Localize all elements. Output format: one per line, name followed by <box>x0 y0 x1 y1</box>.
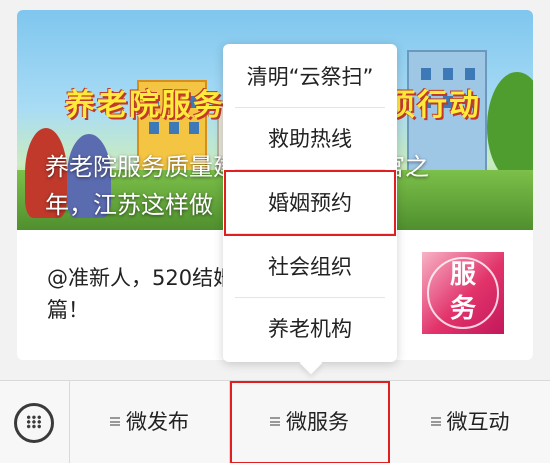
bottom-tab-bar: 微发布 微服务 微互动 <box>0 380 550 463</box>
tab-weifuwu[interactable]: 微服务 <box>230 381 390 463</box>
menu-lines-icon <box>430 416 441 426</box>
keyboard-icon <box>14 403 54 443</box>
badge-char: 服 <box>449 260 476 290</box>
tab-weihudong[interactable]: 微互动 <box>390 381 550 463</box>
keyboard-toggle-button[interactable] <box>0 381 70 463</box>
menu-item-qingming[interactable]: 清明“云祭扫” <box>235 46 385 108</box>
menu-item-marriage-appointment[interactable]: 婚姻预约 <box>224 170 396 236</box>
menu-lines-icon <box>270 416 280 426</box>
badge-text: 服 务 <box>422 258 504 326</box>
menu-item-elderly-care[interactable]: 养老机构 <box>235 298 385 360</box>
badge-char: 务 <box>449 294 476 324</box>
service-thumbnail[interactable]: 服 务 <box>422 252 504 334</box>
tab-label: 微互动 <box>446 410 510 434</box>
service-submenu: 清明“云祭扫” 救助热线 婚姻预约 社会组织 养老机构 <box>223 44 397 362</box>
menu-item-social-organization[interactable]: 社会组织 <box>235 236 385 298</box>
tab-label: 微发布 <box>126 410 189 434</box>
tab-label: 微服务 <box>286 410 349 434</box>
tab-weifabu[interactable]: 微发布 <box>70 381 230 463</box>
menu-lines-icon <box>110 416 120 426</box>
menu-item-rescue-hotline[interactable]: 救助热线 <box>235 108 385 170</box>
